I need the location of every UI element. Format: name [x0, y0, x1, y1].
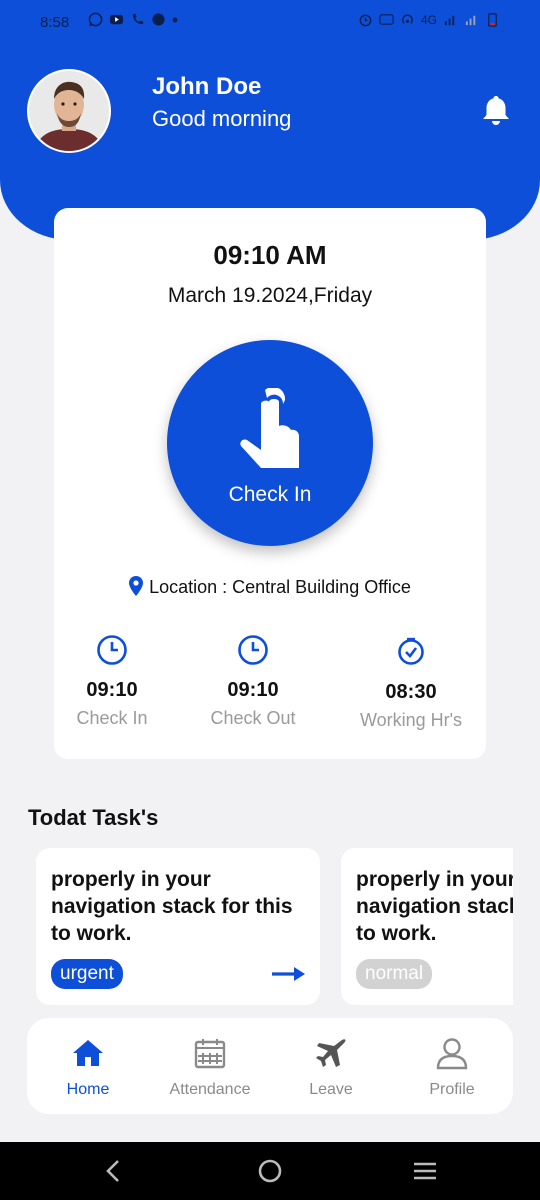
current-date: March 19.2024,Friday [167, 284, 373, 307]
tasks-carousel[interactable]: properly in your navigation stack for th… [36, 848, 513, 1005]
current-time: 09:10 AM [213, 240, 327, 270]
location-text: Location : Central Building Office [149, 577, 411, 597]
volte-icon [379, 14, 394, 25]
nav-profile[interactable]: Profile [391, 1018, 513, 1114]
battery-icon [488, 13, 497, 27]
clock-icon [238, 635, 268, 665]
task-text: properly in your navigation stack for th… [51, 868, 293, 945]
nav-leave[interactable]: Leave [270, 1018, 392, 1114]
youtube-icon [109, 14, 124, 25]
greeting-text: Good morning [152, 106, 292, 131]
nav-label: Attendance [169, 1081, 251, 1098]
stat-label: Working Hr's [359, 710, 463, 730]
airplane-icon [316, 1039, 346, 1067]
clock-icon [97, 635, 127, 665]
task-card[interactable]: properly in your navigation stack for th… [36, 848, 320, 1005]
arrow-right-icon[interactable] [272, 966, 306, 982]
signal-icon [444, 15, 455, 26]
priority-badge: urgent [51, 959, 123, 989]
stat-working-hours: 08:30 Working Hr's [341, 636, 481, 731]
user-icon [436, 1038, 468, 1070]
priority-badge: normal [356, 959, 433, 989]
location-pin-icon [129, 576, 144, 596]
back-icon[interactable] [101, 1158, 127, 1184]
nav-label: Profile [429, 1081, 475, 1098]
hotspot-icon [402, 14, 413, 24]
missed-call-icon [132, 13, 144, 25]
nav-home[interactable]: Home [27, 1018, 149, 1114]
system-icons: 4G [358, 12, 500, 27]
home-icon [73, 1040, 103, 1066]
network-type: 4G [420, 12, 437, 27]
nav-label: Home [66, 1081, 110, 1098]
stat-value: 09:10 [227, 679, 279, 701]
stat-value: 08:30 [385, 681, 437, 703]
check-in-button[interactable]: Check In [167, 340, 373, 546]
recents-menu-icon[interactable] [412, 1158, 438, 1184]
avatar-image [29, 71, 109, 151]
check-clock-icon [398, 637, 424, 665]
bottom-navigation: Home Attendance Leave Profile [27, 1018, 513, 1114]
notification-icons [88, 12, 178, 27]
stat-check-in: 09:10 Check In [42, 634, 182, 729]
whatsapp-icon [152, 13, 165, 26]
stat-value: 09:10 [86, 679, 138, 701]
more-notifications-dot-icon [172, 17, 178, 22]
nav-label: Leave [309, 1081, 353, 1098]
stat-check-out: 09:10 Check Out [183, 634, 323, 729]
location-row: Location : Central Building Office [0, 576, 540, 598]
task-text: properly in your navigation stack for th… [356, 868, 513, 945]
calendar-icon [194, 1039, 226, 1069]
stat-label: Check In [76, 708, 148, 728]
tap-hand-icon [240, 388, 299, 468]
system-navigation-bar [0, 1142, 540, 1200]
bell-icon[interactable] [478, 92, 514, 128]
task-card[interactable]: properly in your navigation stack for th… [341, 848, 513, 1005]
stat-label: Check Out [210, 708, 296, 728]
alarm-icon [359, 14, 372, 27]
whatsapp-icon [88, 12, 103, 27]
status-time: 8:58 [40, 14, 70, 31]
tasks-title: Todat Task's [28, 805, 159, 830]
avatar[interactable] [27, 69, 111, 153]
check-in-label: Check In [228, 483, 312, 506]
nav-attendance[interactable]: Attendance [149, 1018, 271, 1114]
home-circle-icon[interactable] [257, 1158, 283, 1184]
user-name: John Doe [152, 73, 262, 100]
signal-weak-icon [465, 15, 476, 26]
status-bar: 8:58 4G [0, 0, 540, 44]
